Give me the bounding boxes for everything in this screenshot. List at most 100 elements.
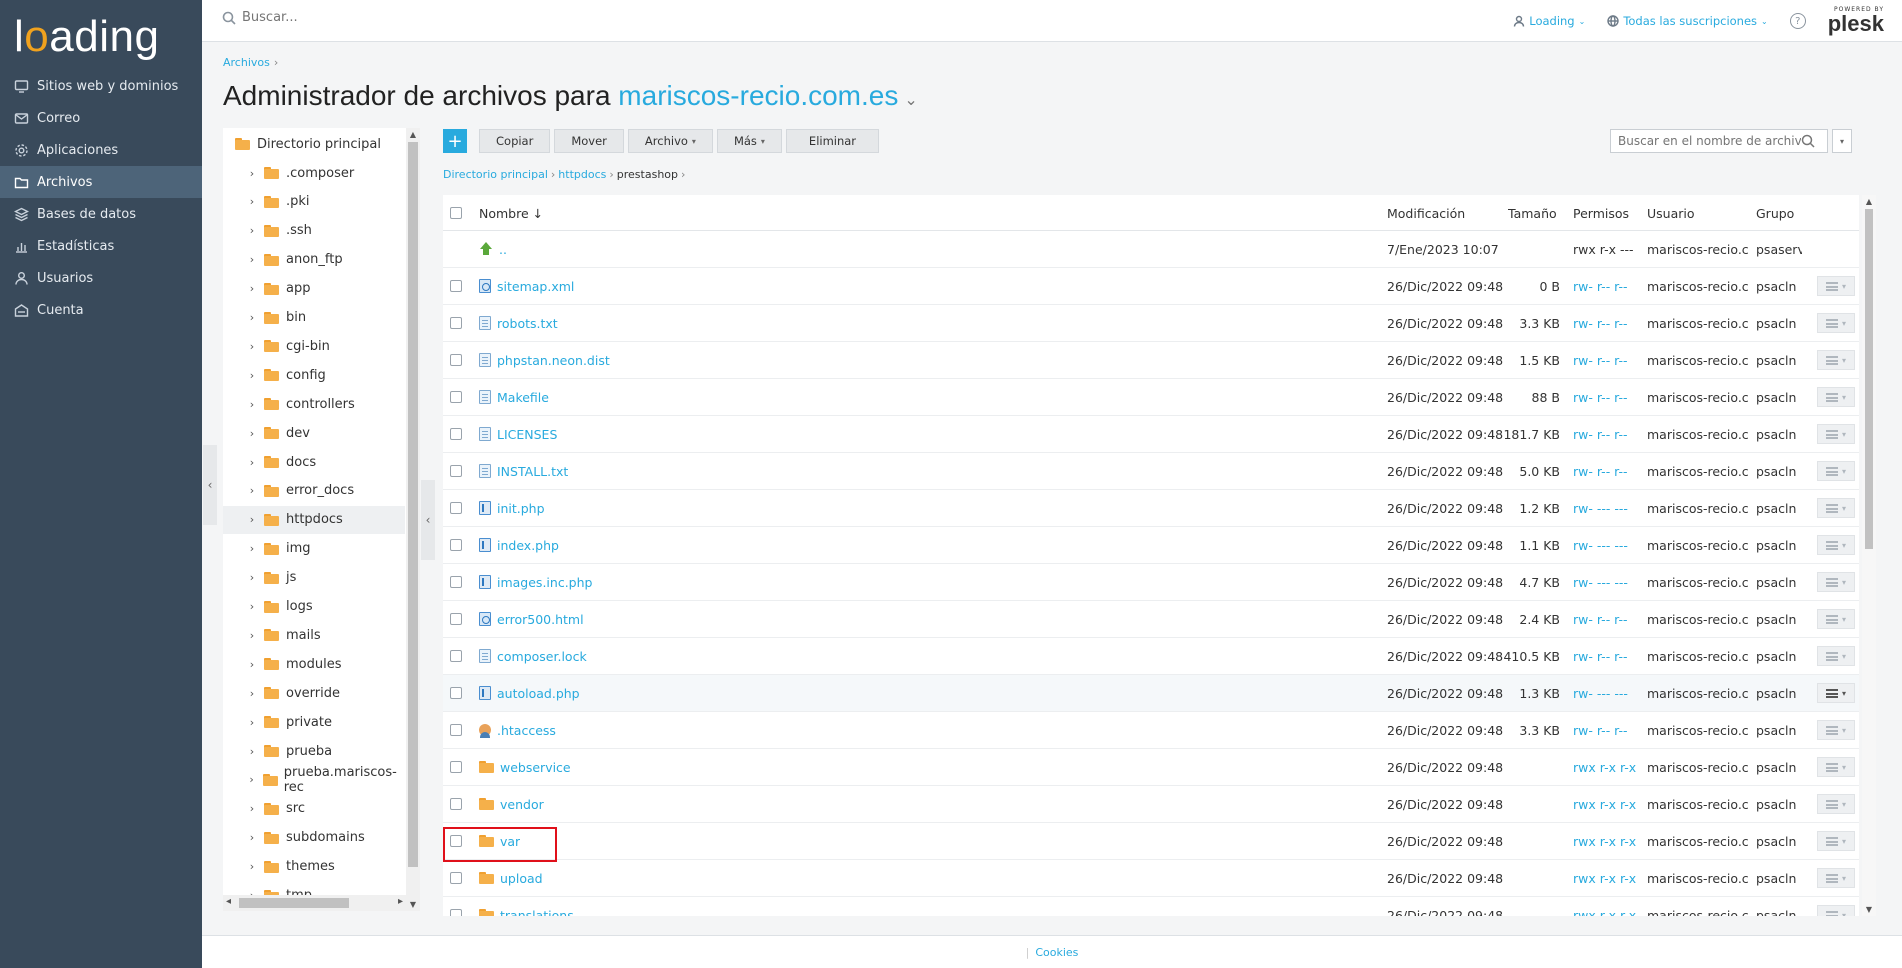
column-permissions[interactable]: Permisos <box>1573 195 1629 231</box>
column-name[interactable]: Nombre ↓ <box>479 195 543 231</box>
global-search[interactable] <box>222 10 542 25</box>
file-name-link[interactable]: composer.lock <box>497 649 587 664</box>
permissions-link[interactable]: rwx r-x r-x <box>1573 860 1636 896</box>
tree-item[interactable]: › cgi-bin <box>223 332 405 360</box>
scroll-up-icon[interactable]: ▲ <box>406 130 420 139</box>
delete-button[interactable]: Eliminar <box>785 129 880 153</box>
chevron-right-icon[interactable]: › <box>247 571 257 584</box>
tree-item[interactable]: › subdomains <box>223 824 405 852</box>
chevron-right-icon[interactable]: › <box>247 369 257 382</box>
file-search-input[interactable] <box>1611 134 1801 148</box>
row-menu-button[interactable]: ▾ <box>1817 860 1855 896</box>
collapse-tree-button[interactable]: ‹ <box>421 480 435 560</box>
row-menu-button[interactable]: ▾ <box>1817 268 1855 304</box>
chevron-right-icon[interactable]: › <box>247 629 257 642</box>
path-item[interactable]: Directorio principal <box>443 168 548 181</box>
table-row[interactable]: vendor 26/Dic/2022 09:48 rwx r-x r-x marisc… <box>443 786 1859 823</box>
file-name-link[interactable]: .. <box>499 242 507 257</box>
domain-link[interactable]: mariscos-recio.com.es <box>618 80 898 111</box>
file-name-link[interactable]: autoload.php <box>497 686 580 701</box>
scrollbar-thumb[interactable] <box>408 142 418 867</box>
chevron-right-icon[interactable]: › <box>247 513 257 526</box>
row-checkbox[interactable] <box>450 712 462 748</box>
column-user[interactable]: Usuario <box>1647 195 1695 231</box>
table-row[interactable]: images.inc.php 26/Dic/2022 09:48 4.7 KB rw-… <box>443 564 1859 601</box>
tree-item[interactable]: › mails <box>223 621 405 649</box>
more-button[interactable]: Más ▾ <box>716 129 782 153</box>
row-checkbox[interactable] <box>450 786 462 822</box>
tree-item[interactable]: › app <box>223 275 405 303</box>
row-checkbox[interactable] <box>450 342 462 378</box>
sidebar-item-cuenta[interactable]: Cuenta <box>0 294 202 326</box>
help-icon[interactable]: ? <box>1789 13 1806 29</box>
table-row[interactable]: upload 26/Dic/2022 09:48 rwx r-x r-x marisc… <box>443 860 1859 897</box>
row-menu-button[interactable]: ▾ <box>1817 749 1855 785</box>
tree-item[interactable]: › private <box>223 708 405 736</box>
chevron-right-icon[interactable]: › <box>247 398 257 411</box>
tree-item[interactable]: › bin <box>223 304 405 332</box>
file-name-link[interactable]: translations <box>500 908 574 917</box>
chevron-right-icon[interactable]: › <box>247 456 257 469</box>
file-name-link[interactable]: upload <box>500 871 543 886</box>
row-menu-button[interactable]: ▾ <box>1817 342 1855 378</box>
row-checkbox[interactable] <box>450 527 462 563</box>
table-row[interactable]: sitemap.xml 26/Dic/2022 09:48 0 B rw- r-- r… <box>443 268 1859 305</box>
select-all-checkbox[interactable] <box>450 195 462 231</box>
permissions-link[interactable]: rw- r-- r-- <box>1573 453 1628 489</box>
permissions-link[interactable]: rwx r-x r-x <box>1573 823 1636 859</box>
file-name-link[interactable]: Makefile <box>497 390 549 405</box>
tree-vertical-scrollbar[interactable]: ▲ ▼ <box>406 128 420 911</box>
tree-item[interactable]: › override <box>223 679 405 707</box>
permissions-link[interactable]: rw- r-- r-- <box>1573 305 1628 341</box>
table-row[interactable]: .htaccess 26/Dic/2022 09:48 3.3 KB rw- r-- … <box>443 712 1859 749</box>
permissions-link[interactable]: rwx r-x r-x <box>1573 749 1636 785</box>
sidebar-item-estadísticas[interactable]: Estadísticas <box>0 230 202 262</box>
chevron-right-icon[interactable]: › <box>247 860 257 873</box>
row-menu-button[interactable]: ▾ <box>1817 564 1855 600</box>
row-menu-button[interactable]: ▾ <box>1817 786 1855 822</box>
sidebar-item-sitios-web-y-dominios[interactable]: Sitios web y dominios <box>0 70 202 102</box>
table-row[interactable]: Makefile 26/Dic/2022 09:48 88 B rw- r-- r--… <box>443 379 1859 416</box>
add-button[interactable]: + <box>443 129 467 153</box>
chevron-right-icon[interactable]: › <box>247 716 257 729</box>
row-checkbox[interactable] <box>450 897 462 916</box>
scroll-right-icon[interactable]: ▸ <box>398 896 403 907</box>
scroll-down-icon[interactable]: ▼ <box>1862 905 1876 914</box>
permissions-link[interactable]: rw- r-- r-- <box>1573 379 1628 415</box>
file-name-link[interactable]: LICENSES <box>497 427 557 442</box>
sidebar-item-archivos[interactable]: Archivos <box>0 166 202 198</box>
row-checkbox[interactable] <box>450 749 462 785</box>
tree-item[interactable]: › src <box>223 795 405 823</box>
scrollbar-thumb[interactable] <box>1865 209 1873 549</box>
permissions-link[interactable]: rw- r-- r-- <box>1573 416 1628 452</box>
scroll-left-icon[interactable]: ◂ <box>226 896 231 907</box>
table-row[interactable]: webservice 26/Dic/2022 09:48 rwx r-x r-x ma… <box>443 749 1859 786</box>
tree-item[interactable]: › logs <box>223 593 405 621</box>
table-row[interactable]: index.php 26/Dic/2022 09:48 1.1 KB rw- --- … <box>443 527 1859 564</box>
tree-item[interactable]: › .composer <box>223 159 405 187</box>
permissions-link[interactable]: rw- --- --- <box>1573 564 1628 600</box>
permissions-link[interactable]: rw- r-- r-- <box>1573 638 1628 674</box>
tree-item[interactable]: › controllers <box>223 390 405 418</box>
chevron-right-icon[interactable]: › <box>247 253 257 266</box>
row-checkbox[interactable] <box>450 490 462 526</box>
permissions-link[interactable]: rw- --- --- <box>1573 490 1628 526</box>
chevron-right-icon[interactable]: › <box>247 195 257 208</box>
user-menu[interactable]: Loading ⌄ <box>1513 14 1585 28</box>
cookies-link[interactable]: Cookies <box>1035 946 1078 959</box>
file-name-link[interactable]: images.inc.php <box>497 575 592 590</box>
breadcrumb-archivos[interactable]: Archivos <box>223 56 270 69</box>
move-button[interactable]: Mover <box>554 129 624 153</box>
tree-item[interactable]: › themes <box>223 853 405 881</box>
row-menu-button[interactable]: ▾ <box>1817 675 1855 711</box>
row-menu-button[interactable]: ▾ <box>1817 453 1855 489</box>
row-menu-button[interactable]: ▾ <box>1817 416 1855 452</box>
permissions-link[interactable]: rw- --- --- <box>1573 527 1628 563</box>
file-name-link[interactable]: sitemap.xml <box>497 279 574 294</box>
row-menu-button[interactable]: ▾ <box>1817 305 1855 341</box>
permissions-link[interactable]: rw- r-- r-- <box>1573 268 1628 304</box>
chevron-right-icon[interactable]: › <box>247 282 257 295</box>
row-checkbox[interactable] <box>450 823 462 859</box>
chevron-right-icon[interactable]: › <box>247 167 257 180</box>
row-checkbox[interactable] <box>450 416 462 452</box>
